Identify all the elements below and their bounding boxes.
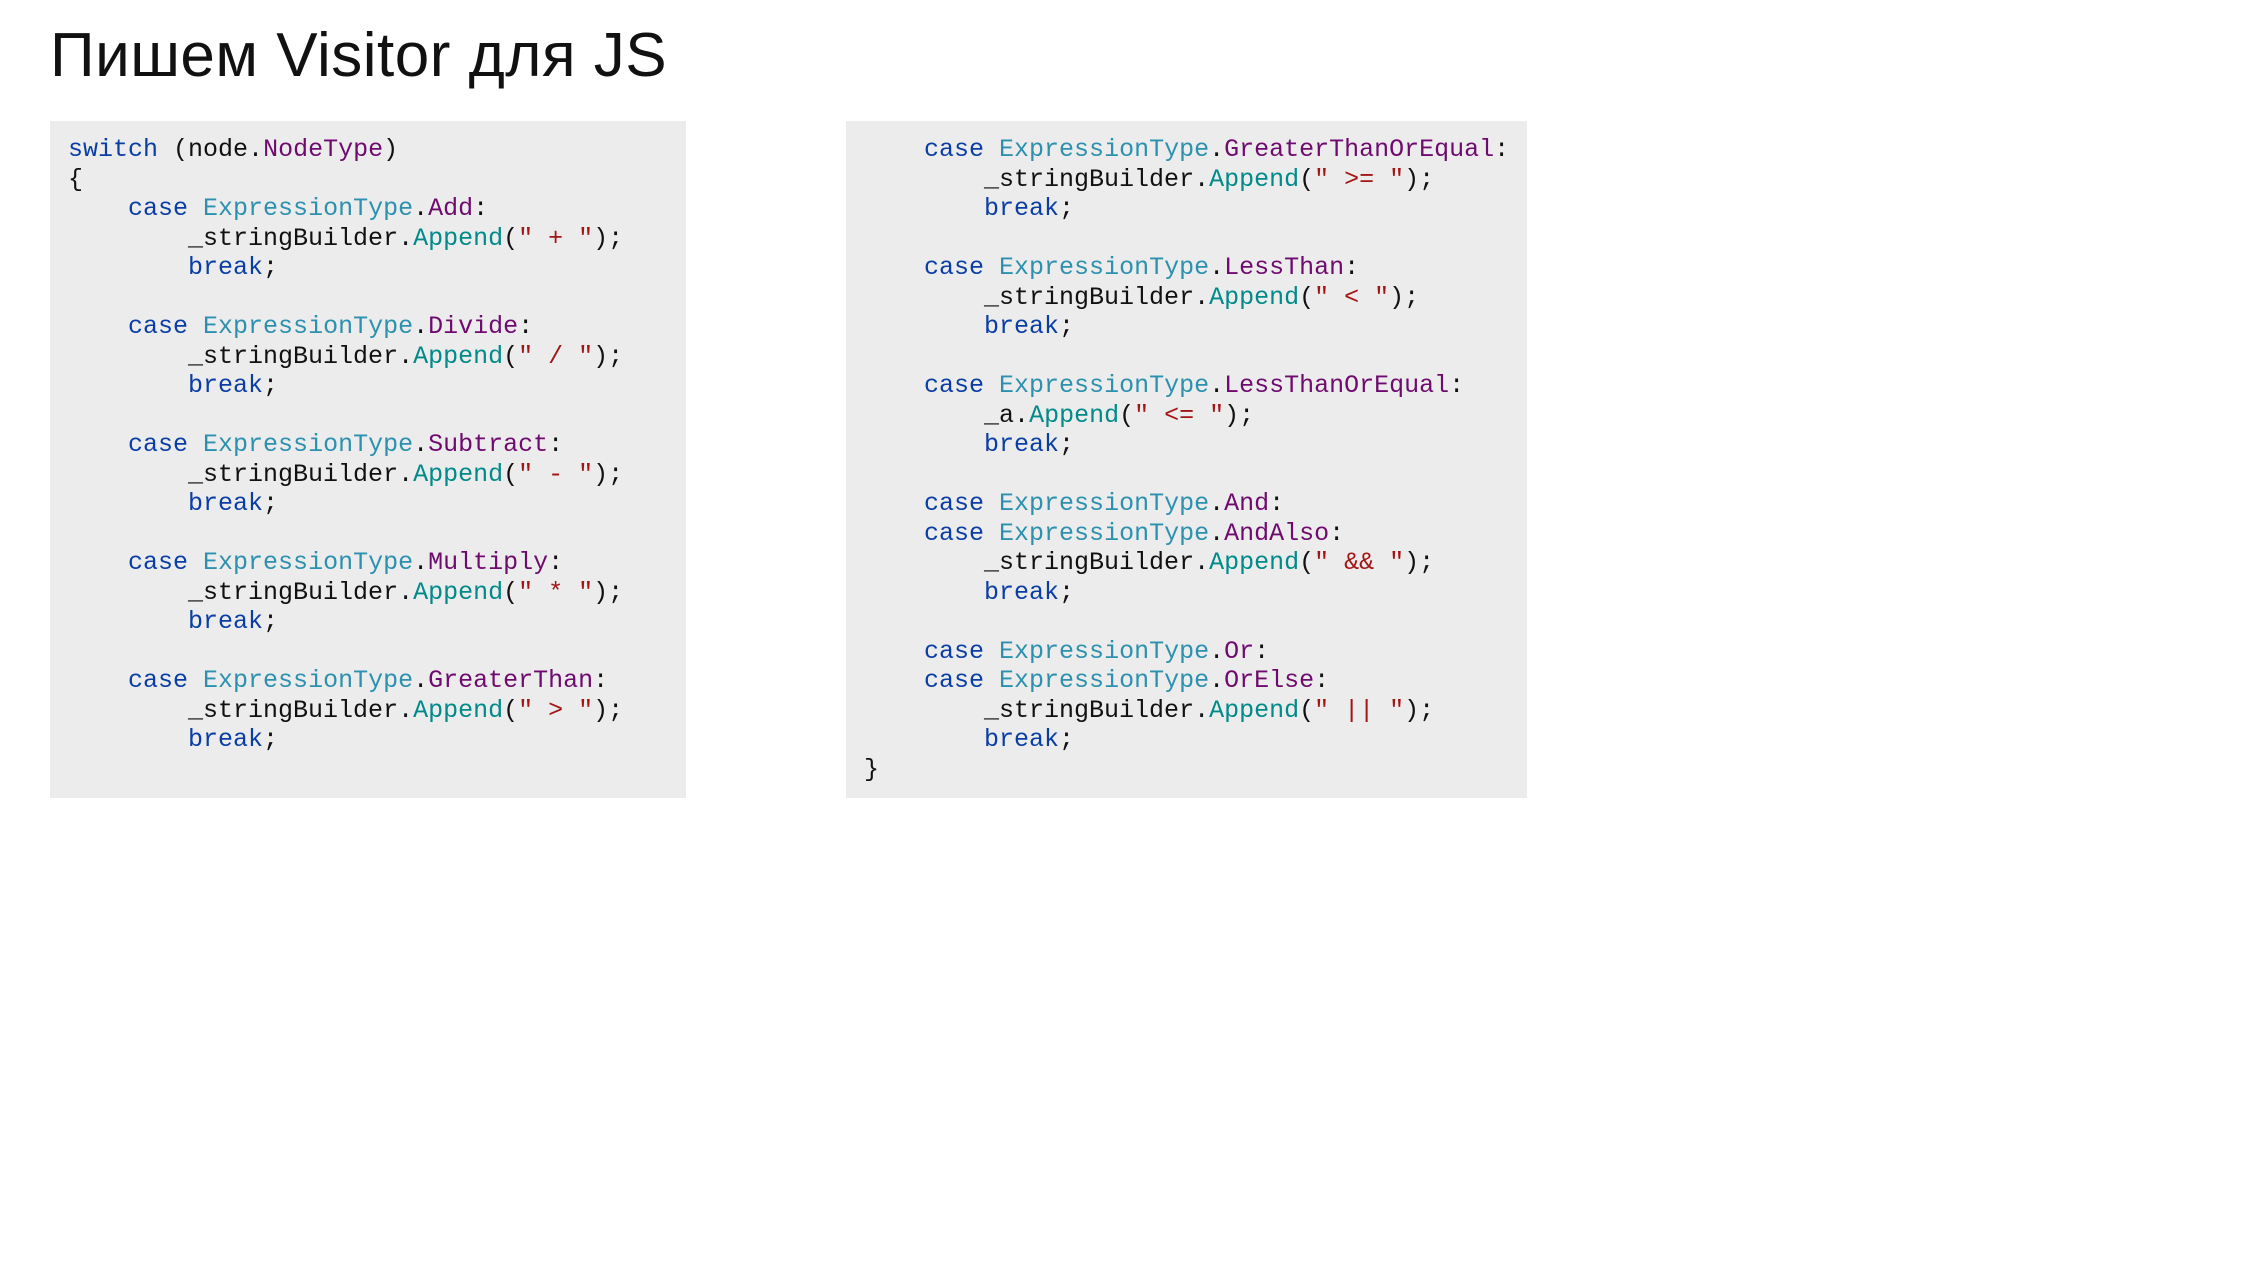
slide: Пишем Visitor для JS switch (node.NodeTy… [0,0,2250,848]
code-block-right: case ExpressionType.GreaterThanOrEqual: … [846,121,1527,798]
prop-nodetype: NodeType [263,135,383,164]
code-columns: switch (node.NodeType) { case Expression… [50,121,2200,798]
code-block-left: switch (node.NodeType) { case Expression… [50,121,686,798]
slide-title: Пишем Visitor для JS [50,20,2200,91]
kw-switch: switch [68,135,158,164]
expr-node: node [188,135,248,164]
